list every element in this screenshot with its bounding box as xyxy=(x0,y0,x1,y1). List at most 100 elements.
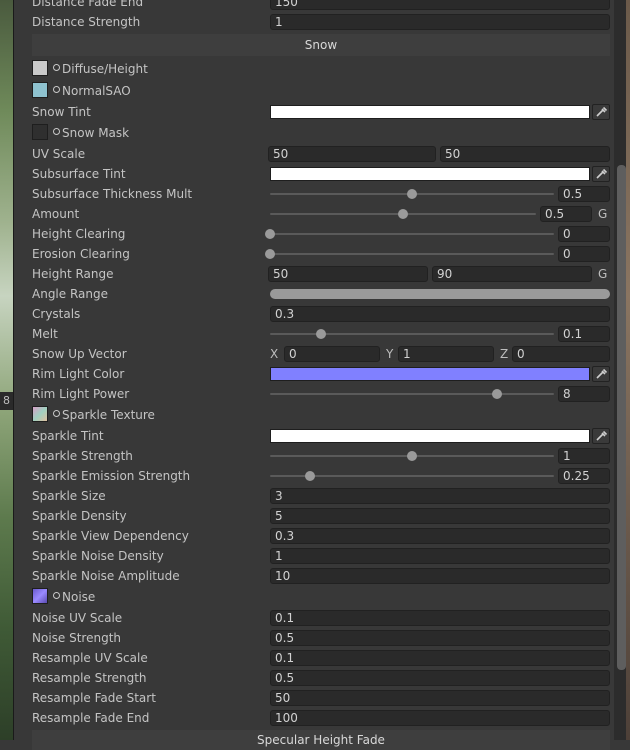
min-max-slider[interactable] xyxy=(270,289,610,299)
y-label: Y xyxy=(386,347,394,361)
z-label: Z xyxy=(500,347,509,361)
eyedropper-icon[interactable] xyxy=(592,366,610,382)
row-sparkle-texture: Sparkle Texture xyxy=(18,406,612,424)
sparkle-texture-label: Sparkle Texture xyxy=(62,408,155,422)
melt-field[interactable]: 0.1 xyxy=(558,326,610,342)
sparkle-tint-label: Sparkle Tint xyxy=(32,429,104,443)
sparkle-tint-swatch[interactable] xyxy=(270,429,590,443)
side-label: 8 xyxy=(0,392,13,410)
object-picker-icon[interactable] xyxy=(53,592,60,599)
object-picker-icon[interactable] xyxy=(53,410,60,417)
global-toggle[interactable]: G xyxy=(598,206,607,222)
row-noise-uv-scale: Noise UV Scale 0.1 xyxy=(18,609,612,627)
sparkle-density-field[interactable]: 5 xyxy=(270,508,610,524)
row-diffuse-height: Diffuse/Height xyxy=(18,60,612,78)
slider-knob[interactable] xyxy=(316,329,327,339)
erosion-clearing-label: Erosion Clearing xyxy=(32,247,130,261)
slider-knob[interactable] xyxy=(492,389,503,399)
row-rim-light-color: Rim Light Color xyxy=(18,365,612,383)
texture-thumbnail[interactable] xyxy=(32,82,48,98)
texture-thumbnail[interactable] xyxy=(32,588,48,604)
global-toggle[interactable]: G xyxy=(598,266,607,282)
uv-scale-x-field[interactable]: 50 xyxy=(268,146,436,162)
noise-uv-scale-field[interactable]: 0.1 xyxy=(270,610,610,626)
sparkle-strength-field[interactable]: 1 xyxy=(558,448,610,464)
slider-track[interactable] xyxy=(270,333,554,335)
row-sparkle-view-dependency: Sparkle View Dependency 0.3 xyxy=(18,527,612,545)
row-resample-uv-scale: Resample UV Scale 0.1 xyxy=(18,649,612,667)
vector-y-field[interactable]: 1 xyxy=(398,346,494,362)
scrollbar-thumb[interactable] xyxy=(617,165,626,670)
rim-light-power-field[interactable]: 8 xyxy=(558,386,610,402)
resample-fade-end-field[interactable]: 100 xyxy=(270,710,610,726)
row-melt: Melt 0.1 xyxy=(18,325,612,343)
amount-field[interactable]: 0.5 xyxy=(540,206,592,222)
resample-strength-field[interactable]: 0.5 xyxy=(270,670,610,686)
row-amount: Amount 0.5 G xyxy=(18,205,612,223)
object-picker-icon[interactable] xyxy=(53,64,60,71)
eyedropper-icon[interactable] xyxy=(592,166,610,182)
texture-thumbnail[interactable] xyxy=(32,60,48,76)
height-clearing-field[interactable]: 0 xyxy=(558,226,610,242)
slider-knob[interactable] xyxy=(407,189,417,199)
slider-track[interactable] xyxy=(270,253,554,255)
rim-light-color-swatch[interactable] xyxy=(270,367,590,381)
slider-knob[interactable] xyxy=(304,471,315,481)
section-header-snow[interactable]: Snow xyxy=(32,34,610,56)
row-uv-scale: UV Scale 50 50 xyxy=(18,145,612,163)
height-range-max-field[interactable]: 90 xyxy=(432,266,592,282)
sparkle-emission-field[interactable]: 0.25 xyxy=(558,468,610,484)
snow-mask-label: Snow Mask xyxy=(62,126,130,140)
section-header-specular[interactable]: Specular Height Fade xyxy=(32,730,610,750)
row-crystals: Crystals 0.3 xyxy=(18,305,612,323)
row-noise-strength: Noise Strength 0.5 xyxy=(18,629,612,647)
row-sparkle-noise-density: Sparkle Noise Density 1 xyxy=(18,547,612,565)
row-subsurface-thickness: Subsurface Thickness Mult 0.5 xyxy=(18,185,612,203)
noise-uv-scale-label: Noise UV Scale xyxy=(32,611,123,625)
noise-strength-field[interactable]: 0.5 xyxy=(270,630,610,646)
subsurface-tint-swatch[interactable] xyxy=(270,167,590,181)
sparkle-emission-label: Sparkle Emission Strength xyxy=(32,469,191,483)
object-picker-icon[interactable] xyxy=(53,128,60,135)
sparkle-view-dependency-field[interactable]: 0.3 xyxy=(270,528,610,544)
resample-uv-scale-field[interactable]: 0.1 xyxy=(270,650,610,666)
uv-scale-label: UV Scale xyxy=(32,147,86,161)
uv-scale-y-field[interactable]: 50 xyxy=(440,146,610,162)
erosion-clearing-field[interactable]: 0 xyxy=(558,246,610,262)
slider-track[interactable] xyxy=(270,233,554,235)
height-range-label: Height Range xyxy=(32,267,114,281)
slider-knob[interactable] xyxy=(265,249,275,259)
texture-thumbnail[interactable] xyxy=(32,406,48,422)
crystals-label: Crystals xyxy=(32,307,81,321)
eyedropper-icon[interactable] xyxy=(592,428,610,444)
object-picker-icon[interactable] xyxy=(53,86,60,93)
vector-z-field[interactable]: 0 xyxy=(512,346,610,362)
slider-knob[interactable] xyxy=(265,229,275,239)
crystals-field[interactable]: 0.3 xyxy=(270,306,610,322)
row-sparkle-strength: Sparkle Strength 1 xyxy=(18,447,612,465)
sparkle-noise-amplitude-field[interactable]: 10 xyxy=(270,568,610,584)
row-snow-mask: Snow Mask xyxy=(18,124,612,142)
angle-range-label: Angle Range xyxy=(32,287,108,301)
sparkle-noise-amplitude-label: Sparkle Noise Amplitude xyxy=(32,569,180,583)
vector-x-field[interactable]: 0 xyxy=(284,346,380,362)
snow-tint-label: Snow Tint xyxy=(32,105,91,119)
slider-track[interactable] xyxy=(270,393,554,395)
row-distance-strength: Distance Strength 1 xyxy=(18,13,612,31)
subsurface-thickness-field[interactable]: 0.5 xyxy=(558,186,610,202)
resample-uv-scale-label: Resample UV Scale xyxy=(32,651,148,665)
noise-label: Noise xyxy=(62,590,96,604)
eyedropper-icon[interactable] xyxy=(592,104,610,120)
sparkle-noise-density-field[interactable]: 1 xyxy=(270,548,610,564)
amount-label: Amount xyxy=(32,207,80,221)
distance-strength-field[interactable]: 1 xyxy=(270,14,610,30)
distance-fade-end-field[interactable]: 150 xyxy=(270,0,610,10)
texture-thumbnail[interactable] xyxy=(32,124,48,140)
snow-tint-swatch[interactable] xyxy=(270,105,590,119)
slider-knob[interactable] xyxy=(407,451,417,461)
row-angle-range: Angle Range xyxy=(18,285,612,303)
resample-fade-start-field[interactable]: 50 xyxy=(270,690,610,706)
sparkle-size-field[interactable]: 3 xyxy=(270,488,610,504)
slider-knob[interactable] xyxy=(398,209,408,219)
height-range-min-field[interactable]: 50 xyxy=(268,266,428,282)
